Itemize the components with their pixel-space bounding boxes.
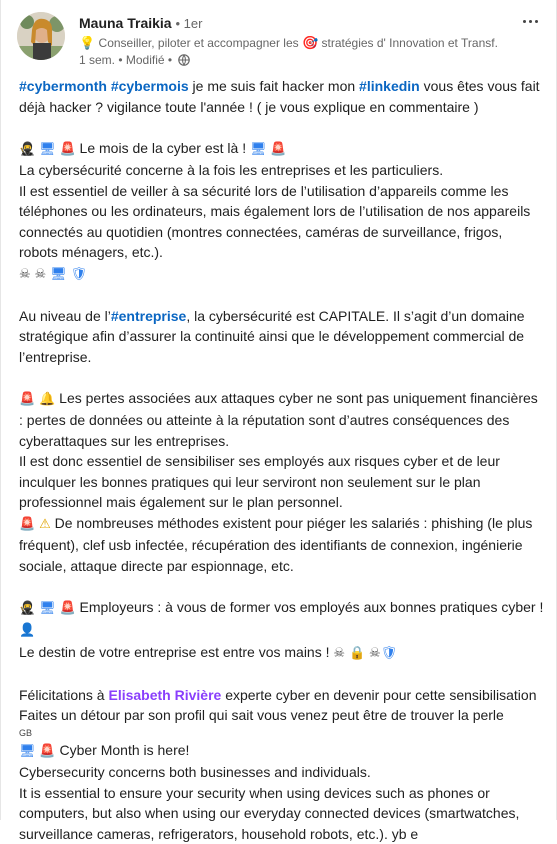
paragraph-methods: 🚨 ⚠ De nombreuses méthodes existent pour… — [19, 513, 544, 577]
siren-icon: 🚨 — [270, 142, 286, 157]
hashtag[interactable]: #cybermonth — [19, 78, 107, 94]
connection-degree: • 1er — [175, 16, 202, 31]
siren-icon: 🚨 — [19, 392, 35, 407]
avatar[interactable] — [17, 12, 65, 60]
siren-icon: 🚨 — [59, 142, 75, 157]
paragraph-cyber-month: 🥷 🖥 🚨 Le mois de la cyber est là ! 🖥 🚨 — [19, 138, 544, 161]
computer-icon: 🖥 — [50, 267, 67, 282]
avatar-image — [17, 12, 65, 60]
skull-icon: ☠ — [369, 646, 381, 661]
text-line: La cybersécurité concerne à la fois les … — [19, 160, 544, 181]
warning-icon: ⚠ — [39, 517, 51, 532]
paragraph-entreprise: Au niveau de l’#entreprise, la cybersécu… — [19, 306, 544, 368]
paragraph-intro: #cybermonth #cybermois je me suis fait h… — [19, 76, 544, 117]
target-icon: 🎯 — [302, 36, 318, 51]
siren-icon: 🚨 — [59, 601, 75, 616]
linkedin-post: Mauna Traikia • 1er 💡 Conseiller, pilote… — [0, 0, 557, 820]
flag-gb-label: GB — [19, 726, 544, 740]
shield-icon: 🛡 — [381, 646, 398, 661]
paragraph-destiny: Le destin de votre entreprise est entre … — [19, 642, 544, 665]
shield-icon: 🛡 — [71, 267, 88, 282]
paragraph-english: 🖥 🚨 Cyber Month is here! — [19, 740, 544, 763]
bell-icon: 🔔 — [39, 392, 55, 407]
text-line: Faites un détour par son profil qui sait… — [19, 705, 544, 726]
hacker-icon: 🥷 — [19, 142, 35, 157]
emoji-line: ☠ ☠ 🖥 🛡 — [19, 263, 544, 286]
author-name[interactable]: Mauna Traikia — [79, 15, 172, 31]
text-line: It is essential to ensure your security … — [19, 783, 544, 844]
siren-icon: 🚨 — [19, 517, 35, 532]
lock-icon: 🔒 — [349, 646, 365, 661]
hashtag[interactable]: #entreprise — [111, 308, 186, 324]
author-line: Mauna Traikia • 1er — [79, 15, 202, 31]
more-options-button[interactable] — [518, 10, 542, 32]
hacker-icon: 🥷 — [19, 601, 35, 616]
siren-icon: 🚨 — [39, 744, 55, 759]
paragraph-congrats: Félicitations à Elisabeth Rivière expert… — [19, 685, 544, 706]
post-meta: 1 sem. • Modifié • — [79, 53, 190, 67]
hashtag[interactable]: #cybermois — [111, 78, 189, 94]
author-headline: 💡 Conseiller, piloter et accompagner les… — [79, 36, 499, 51]
skull-icon: ☠ — [19, 267, 31, 282]
computer-icon: 🖥 — [39, 142, 56, 157]
paragraph-employers: 🥷 🖥 🚨 Employeurs : à vous de former vos … — [19, 597, 544, 642]
computer-icon: 🖥 — [19, 744, 36, 759]
globe-icon — [178, 54, 190, 66]
person-icon: 👤 — [19, 623, 35, 638]
post-content: #cybermonth #cybermois je me suis fait h… — [19, 76, 544, 844]
lightbulb-icon: 💡 — [79, 36, 95, 51]
text-line: Il est donc essentiel de sensibiliser se… — [19, 451, 544, 513]
more-options-icon — [523, 20, 526, 23]
hashtag[interactable]: #linkedin — [359, 78, 420, 94]
skull-icon: ☠ — [35, 267, 47, 282]
computer-icon: 🖥 — [250, 142, 267, 157]
user-mention[interactable]: Elisabeth Rivière — [108, 687, 221, 703]
post-header: Mauna Traikia • 1er 💡 Conseiller, pilote… — [1, 0, 557, 72]
text-line: Il est essentiel de veiller à sa sécurit… — [19, 181, 544, 263]
text-line: Cybersecurity concerns both businesses a… — [19, 762, 544, 783]
paragraph-losses: 🚨 🔔 Les pertes associées aux attaques cy… — [19, 388, 544, 452]
computer-icon: 🖥 — [39, 601, 56, 616]
skull-icon: ☠ — [333, 646, 345, 661]
